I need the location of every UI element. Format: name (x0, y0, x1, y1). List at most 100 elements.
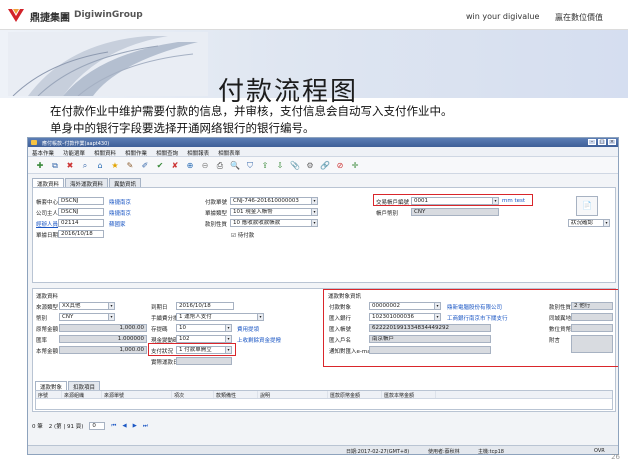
search-icon[interactable]: 🔍 (229, 160, 241, 171)
orig-amount-label: 原幣金額 (36, 327, 59, 333)
email-field (369, 346, 491, 354)
bank-field[interactable]: 102301000036 ▾ (369, 313, 441, 321)
approve-icon[interactable]: ✔ (154, 160, 166, 171)
more-icon[interactable]: ✛ (349, 160, 361, 171)
menu-item[interactable]: 相關作業 (125, 149, 147, 157)
grid-col-source-no[interactable]: 來源單號 (102, 391, 172, 399)
status-label: 款別性質 (205, 222, 228, 228)
confirm-status-select[interactable]: 狀況確認 ▾ (568, 219, 610, 227)
due-date-field[interactable]: 2016/10/18 (176, 302, 234, 310)
pending-checkbox[interactable]: ☑ 待付款 (231, 231, 254, 239)
pager-current[interactable]: 0 (89, 422, 106, 430)
close-icon[interactable]: × (608, 139, 616, 145)
highlight-trade-account (373, 194, 533, 206)
grid-col-orig-amount[interactable]: 匯款原幣金額 (328, 391, 382, 399)
status-date: 日期:2017-02-27(GMT+8) (346, 449, 410, 455)
favorite-icon[interactable]: ★ (109, 160, 121, 171)
cashflow-field[interactable]: 102 ▾ (176, 335, 232, 343)
source-type-label: 來源類型 (36, 305, 59, 311)
digiwin-logo-icon (8, 9, 24, 22)
tab-overseas-data[interactable]: 海外運款資料 (65, 178, 109, 188)
slogan-en: win your digivalue (466, 12, 540, 21)
date-field[interactable]: 2016/10/18 (58, 230, 104, 238)
link-icon[interactable]: 🔗 (319, 160, 331, 171)
delete-icon[interactable]: ✖ (64, 160, 76, 171)
grid-col-source-org[interactable]: 來源組織 (62, 391, 102, 399)
company-field[interactable]: DSCNJ (58, 208, 104, 216)
close-icon[interactable]: ⊘ (334, 160, 346, 171)
grid-col-seq[interactable]: 序號 (36, 391, 62, 399)
attach-icon[interactable]: 📎 (289, 160, 301, 171)
next-page-icon[interactable]: ▶ (133, 423, 137, 429)
settings-icon[interactable]: ⚙ (304, 160, 316, 171)
title-banner: 付款流程图 (0, 30, 628, 107)
doc-no-label: 付款單號 (205, 200, 228, 206)
menu-item[interactable]: 相關資料 (94, 149, 116, 157)
menu-item[interactable]: 相關查詢 (156, 149, 178, 157)
grid-header: 序號 來源組織 來源單號 項次 款類備性 說明 匯款原幣金額 匯款本幣金額 (36, 391, 612, 399)
doc-type-select[interactable]: 101 現金入帳幣 ▾ (230, 208, 318, 216)
grid-col-type[interactable]: 款類備性 (214, 391, 258, 399)
tab-payment-data[interactable]: 運款資料 (32, 178, 65, 188)
payee-name-label: 匯入戶名 (329, 338, 352, 344)
menu-item[interactable]: 相關表單 (218, 149, 240, 157)
confirm-image-button[interactable]: 📄 (576, 196, 598, 216)
menu-item[interactable]: 功能選單 (63, 149, 85, 157)
first-page-icon[interactable]: ⏮ (111, 423, 116, 430)
grid-col-local-amount[interactable]: 匯款本幣金額 (382, 391, 436, 399)
confirm-icon[interactable]: ⊕ (184, 160, 196, 171)
note-icon[interactable]: ✎ (124, 160, 136, 171)
orig-amount-field: 1,000.00 (59, 324, 147, 332)
memo-label: 附言 (549, 338, 561, 344)
source-type-select[interactable]: XX其他 ▾ (59, 302, 115, 310)
cashflow-info: 上收剩餘資金提撥 (237, 338, 282, 344)
unconfirm-icon[interactable]: ⊖ (199, 160, 211, 171)
menu-item[interactable]: 相關報表 (187, 149, 209, 157)
export-icon[interactable]: ⇪ (259, 160, 271, 171)
app-icon (31, 140, 37, 145)
head-tabs: 運款資料 海外運款資料 異動資訊 (32, 178, 142, 188)
window-title-bar: 應付帳款–付款作業(aapt430) – □ × (28, 138, 618, 147)
grid-col-desc[interactable]: 說明 (258, 391, 328, 399)
find-icon[interactable]: ⌕ (79, 160, 91, 171)
import-icon[interactable]: ⇩ (274, 160, 286, 171)
disapprove-icon[interactable]: ✘ (169, 160, 181, 171)
pager-total: 0 筆 (32, 424, 43, 430)
filter-icon[interactable]: ⛉ (244, 160, 256, 171)
brand-en-name: DigiwinGroup (74, 10, 143, 20)
company-info: 鼎捷南京 (109, 211, 132, 217)
slogan-cn: 贏在數位價值 (555, 13, 603, 22)
last-page-icon[interactable]: ⏭ (143, 423, 148, 430)
prev-page-icon[interactable]: ◀ (122, 423, 126, 429)
description-line-2: 单身中的银行字段要选择开通网络银行的银行编号。 (50, 121, 315, 135)
payer-label[interactable]: 經辦人員 (36, 220, 58, 228)
tab-payees[interactable]: 運款對象 (35, 381, 68, 391)
doc-no-field[interactable]: CNJ-746-201610000003 ▾ (230, 197, 318, 205)
status-flag: OVR (594, 448, 605, 454)
status-select[interactable]: 10 應收款收款帳款 ▾ (230, 219, 318, 227)
maximize-icon[interactable]: □ (598, 139, 606, 145)
settle-field[interactable]: 10 ▾ (176, 324, 232, 332)
payee-field[interactable]: 00000002 ▾ (369, 302, 441, 310)
account-currency-field: CNY (411, 208, 499, 216)
copy-icon[interactable]: ⧉ (49, 160, 61, 171)
unit-field (571, 324, 613, 332)
tab-change-info[interactable]: 異動資訊 (109, 178, 142, 188)
pay-method-select[interactable]: 1 運幣人支付 ▾ (176, 313, 264, 321)
new-icon[interactable]: ✚ (34, 160, 46, 171)
home-icon[interactable]: ⌂ (94, 160, 106, 171)
grid-col-item[interactable]: 項次 (172, 391, 214, 399)
date-label: 單據日期 (36, 233, 59, 239)
currency-label: 幣別 (36, 316, 48, 322)
due-date-label: 到期日 (151, 305, 168, 311)
account-center-field[interactable]: DSCNJ (58, 197, 104, 205)
menu-item[interactable]: 基本作業 (32, 149, 54, 157)
currency-field[interactable]: CNY ▾ (59, 313, 115, 321)
payer-field[interactable]: 02114 (58, 219, 104, 227)
head-panel: 帳套中心 DSCNJ 鼎捷南京 公司主人 DSCNJ 鼎捷南京 經辦人員 021… (32, 187, 616, 283)
detail-grid: 序號 來源組織 來源單號 項次 款類備性 說明 匯款原幣金額 匯款本幣金額 (35, 390, 613, 410)
edit-icon[interactable]: ✐ (139, 160, 151, 171)
tab-deductions[interactable]: 扣款項目 (68, 381, 101, 391)
minimize-icon[interactable]: – (588, 139, 596, 145)
print-icon[interactable]: ⎙ (214, 160, 226, 171)
